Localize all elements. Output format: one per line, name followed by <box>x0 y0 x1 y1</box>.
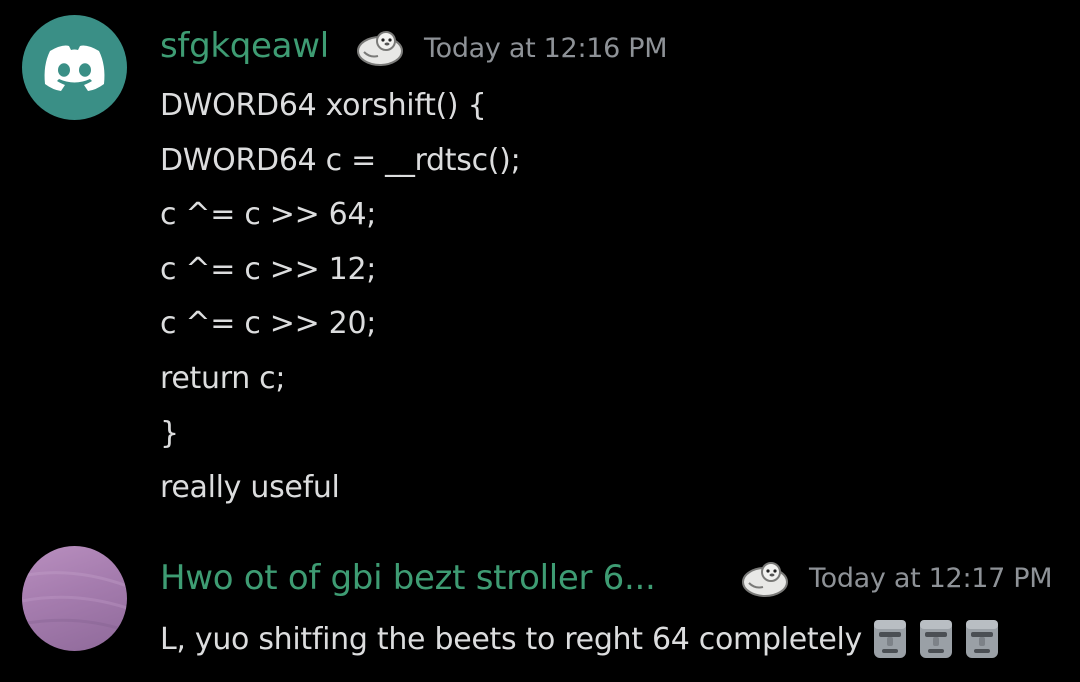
timestamp: Today at 12:16 PM <box>424 33 668 64</box>
message-2: Hwo ot of gbi bezt stroller 6... Today a… <box>0 530 1080 682</box>
message-line: DWORD64 xorshift() { <box>160 88 487 123</box>
message-line: DWORD64 c = __rdtsc(); <box>160 142 521 178</box>
message-content: DWORD64 xorshift() { DWORD64 c = __rdtsc… <box>160 86 521 523</box>
purple-avatar-texture <box>22 571 127 633</box>
moai-emoji-icon <box>966 620 998 658</box>
user-avatar[interactable] <box>22 15 127 120</box>
seal-emoji-icon <box>356 28 406 68</box>
username[interactable]: sfgkqeawl <box>160 26 329 66</box>
message-line: really useful <box>160 470 340 506</box>
moai-emoji-icon <box>874 620 906 658</box>
timestamp: Today at 12:17 PM <box>809 563 1053 594</box>
emoji-group <box>870 618 1002 660</box>
message-content: L, yuo shitfing the beets to reght 64 co… <box>160 618 1002 660</box>
user-avatar[interactable] <box>22 546 127 651</box>
username[interactable]: Hwo ot of gbi bezt stroller 6... <box>160 558 656 598</box>
moai-emoji-icon <box>920 620 952 658</box>
message-line: c ^= c >> 20; <box>160 306 377 342</box>
discord-logo-icon <box>44 45 105 91</box>
message-1: sfgkqeawl Today at 12:16 PM DWORD64 xors… <box>0 0 1080 530</box>
seal-emoji-icon <box>741 559 791 599</box>
message-text: L, yuo shitfing the beets to reght 64 co… <box>160 621 862 657</box>
message-line: } <box>160 415 179 451</box>
message-line: c ^= c >> 12; <box>160 251 377 287</box>
message-line: c ^= c >> 64; <box>160 197 377 233</box>
message-line: return c; <box>160 360 286 396</box>
